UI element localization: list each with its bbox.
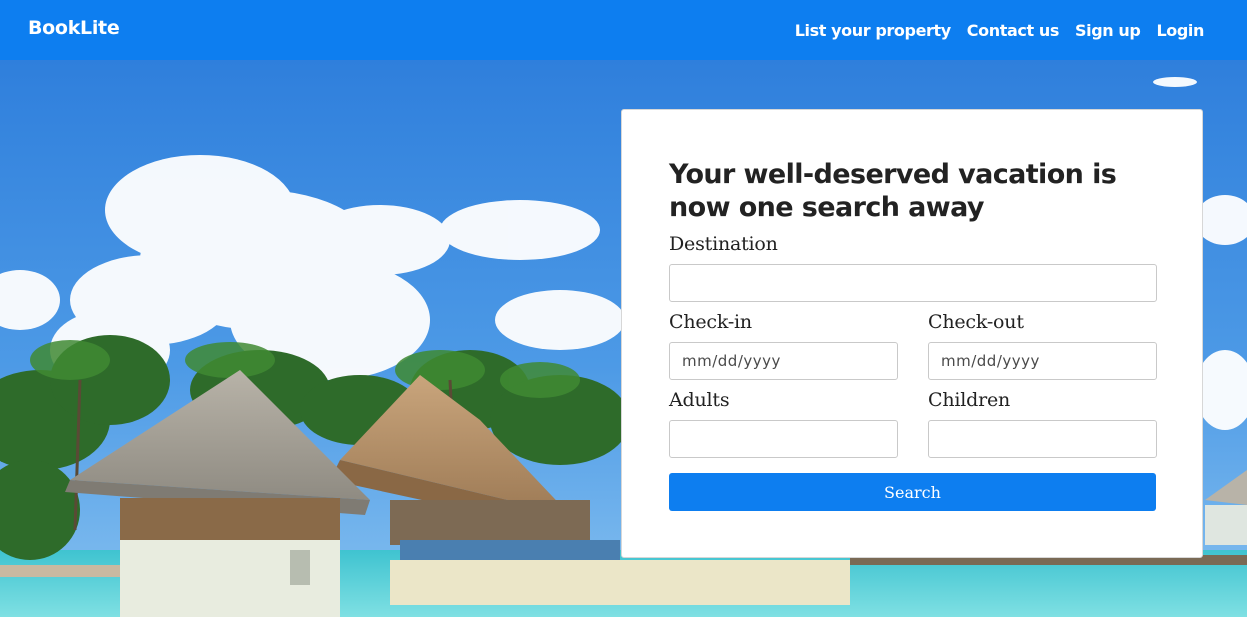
checkout-label: Check-out	[928, 311, 1024, 333]
top-navbar: BookLite List your property Contact us S…	[0, 0, 1247, 60]
search-card: Your well-deserved vacation is now one s…	[621, 109, 1203, 558]
checkin-date-input[interactable]	[669, 342, 898, 380]
destination-label: Destination	[669, 233, 778, 255]
search-button[interactable]: Search	[669, 473, 1156, 511]
adults-input[interactable]	[669, 420, 898, 458]
nav-list-property-link[interactable]: List your property	[795, 21, 952, 40]
children-input[interactable]	[928, 420, 1157, 458]
search-card-title: Your well-deserved vacation is now one s…	[669, 159, 1117, 223]
destination-input[interactable]	[669, 264, 1157, 302]
checkout-date-input[interactable]	[928, 342, 1157, 380]
nav-links: List your property Contact us Sign up Lo…	[795, 21, 1205, 40]
nav-signup-link[interactable]: Sign up	[1075, 21, 1141, 40]
page: BookLite List your property Contact us S…	[0, 0, 1247, 617]
adults-label: Adults	[669, 389, 730, 411]
children-label: Children	[928, 389, 1011, 411]
brand-logo[interactable]: BookLite	[28, 17, 120, 39]
nav-contact-link[interactable]: Contact us	[967, 21, 1060, 40]
checkin-label: Check-in	[669, 311, 752, 333]
nav-login-link[interactable]: Login	[1156, 21, 1204, 40]
